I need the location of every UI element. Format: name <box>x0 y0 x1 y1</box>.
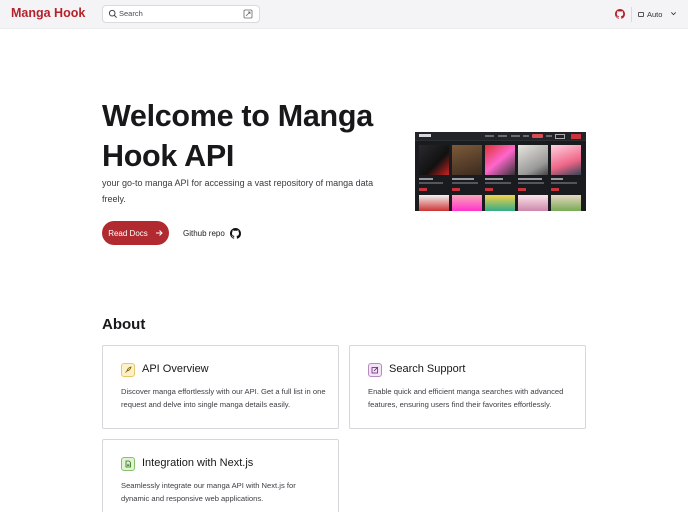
hero-title: Welcome to Manga Hook API <box>102 99 373 173</box>
github-repo-link[interactable]: Github repo <box>183 227 241 239</box>
card-title: Integration with Next.js <box>142 457 254 469</box>
github-icon[interactable] <box>615 9 625 19</box>
read-docs-button[interactable]: Read Docs <box>102 221 169 245</box>
card-description: Seamlessly integrate our manga API with … <box>121 481 296 503</box>
search-placeholder: Search <box>119 9 143 18</box>
about-heading: About <box>102 316 146 333</box>
document-icon <box>121 457 135 471</box>
preview-navbar <box>415 132 586 141</box>
card-description: Enable quick and efficient manga searche… <box>368 387 564 409</box>
rocket-icon <box>121 363 135 377</box>
hero-subtitle: your go-to manga API for accessing a vas… <box>102 178 374 204</box>
feature-card-search-support: Search Support Enable quick and efficien… <box>349 345 586 429</box>
search-icon <box>108 9 117 18</box>
read-docs-label: Read Docs <box>108 228 148 238</box>
theme-label: Auto <box>647 9 663 19</box>
card-title: API Overview <box>142 363 209 375</box>
card-title: Search Support <box>389 363 466 375</box>
header-divider <box>631 7 632 22</box>
app-preview-image <box>415 132 586 211</box>
monitor-icon <box>638 11 644 17</box>
theme-selector[interactable]: Auto <box>638 9 662 19</box>
keyboard-shortcut-icon <box>243 9 253 19</box>
feature-card-nextjs-integration: Integration with Next.js Seamlessly inte… <box>102 439 339 512</box>
brand-logo[interactable]: Manga Hook <box>11 6 85 20</box>
chevron-down-icon[interactable] <box>670 10 677 17</box>
card-description: Discover manga effortlessly with our API… <box>121 387 326 409</box>
top-navbar: Manga Hook Search Auto <box>0 0 688 29</box>
feature-card-api-overview: API Overview Discover manga effortlessly… <box>102 345 339 429</box>
edit-icon <box>368 363 382 377</box>
github-repo-label: Github repo <box>183 228 225 238</box>
github-icon <box>229 227 241 239</box>
arrow-right-icon <box>155 230 163 236</box>
search-input[interactable]: Search <box>102 5 260 23</box>
